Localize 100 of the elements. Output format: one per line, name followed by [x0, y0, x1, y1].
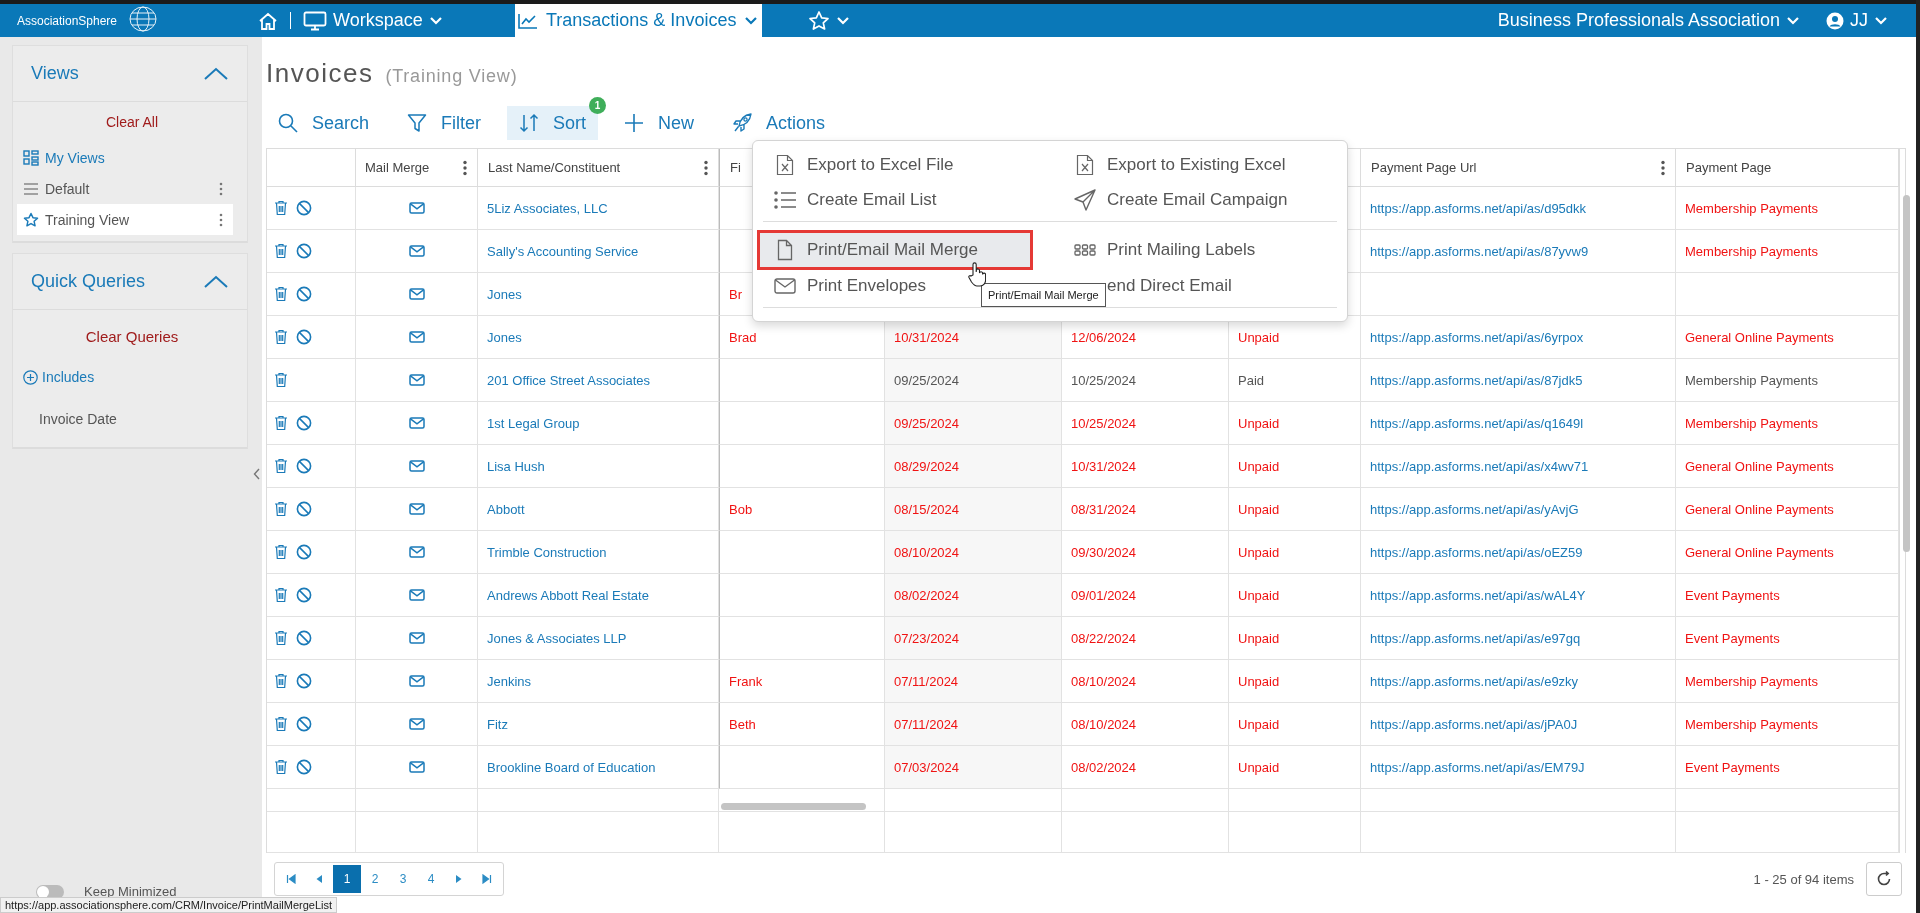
toolbar-button[interactable]: New — [612, 106, 707, 140]
trash-icon[interactable] — [274, 587, 288, 603]
toolbar-button[interactable]: Filter — [395, 106, 494, 140]
payment-url-link[interactable]: https://app.asforms.net/api/as/87jdk5 — [1370, 372, 1583, 388]
refresh-button[interactable] — [1866, 862, 1902, 896]
collapse-sidebar-icon[interactable] — [253, 468, 261, 480]
trash-icon[interactable] — [274, 759, 288, 775]
payment-url-link[interactable]: https://app.asforms.net/api/as/d95dkk — [1370, 200, 1587, 216]
constituent-link[interactable]: Jenkins — [487, 673, 532, 689]
trash-icon[interactable] — [274, 243, 288, 259]
column-menu-icon[interactable] — [1661, 159, 1665, 176]
cancel-icon[interactable] — [296, 329, 312, 345]
menu-item[interactable]: Export to Existing Excel — [1063, 147, 1292, 182]
trash-icon[interactable] — [274, 372, 288, 388]
workspace-menu[interactable]: Workspace — [295, 4, 451, 37]
cancel-icon[interactable] — [296, 243, 312, 259]
cancel-icon[interactable] — [296, 587, 312, 603]
constituent-link[interactable]: 5Liz Associates, LLC — [487, 200, 608, 216]
menu-item[interactable]: Print/Email Mail Merge — [757, 230, 1033, 270]
constituent-link[interactable]: Abbott — [487, 501, 525, 517]
more-icon[interactable] — [219, 181, 223, 196]
nav-tab[interactable]: Transactions & Invoices — [514, 4, 762, 37]
cancel-icon[interactable] — [296, 286, 312, 302]
column-header[interactable]: Fi — [730, 160, 741, 175]
envelope-icon[interactable] — [408, 589, 425, 601]
column-header[interactable]: Payment Page Url — [1371, 160, 1477, 175]
payment-url-link[interactable]: https://app.asforms.net/api/as/e9zky — [1370, 673, 1579, 689]
constituent-link[interactable]: Jones & Associates LLP — [487, 630, 627, 646]
view-item[interactable]: My Views — [17, 142, 233, 173]
cancel-icon[interactable] — [296, 716, 312, 732]
cancel-icon[interactable] — [296, 501, 312, 517]
column-header[interactable]: Last Name/Constituent — [488, 160, 621, 175]
envelope-icon[interactable] — [408, 374, 425, 386]
payment-url-link[interactable]: https://app.asforms.net/api/as/e97gq — [1370, 630, 1581, 646]
payment-url-link[interactable]: https://app.asforms.net/api/as/q1649l — [1370, 415, 1584, 431]
includes-link[interactable]: Includes — [23, 369, 95, 385]
toggle-switch[interactable] — [36, 884, 64, 899]
payment-url-link[interactable]: https://app.asforms.net/api/as/wAL4Y — [1370, 587, 1586, 603]
menu-item[interactable]: Create Email Campaign — [1063, 182, 1294, 217]
constituent-link[interactable]: Fitz — [487, 716, 508, 732]
constituent-link[interactable]: Andrews Abbott Real Estate — [487, 587, 649, 603]
cancel-icon[interactable] — [296, 630, 312, 646]
trash-icon[interactable] — [274, 458, 288, 474]
trash-icon[interactable] — [274, 716, 288, 732]
payment-url-link[interactable]: https://app.asforms.net/api/as/oEZ59 — [1370, 544, 1583, 560]
vertical-scrollbar[interactable] — [1903, 195, 1910, 552]
column-header[interactable]: Payment Page — [1686, 160, 1772, 175]
view-item[interactable]: Default — [17, 173, 233, 204]
query-item[interactable]: Invoice Date — [39, 411, 117, 427]
user-menu[interactable]: JJ — [1818, 4, 1896, 37]
constituent-link[interactable]: Jones — [487, 329, 522, 345]
trash-icon[interactable] — [274, 286, 288, 302]
more-icon[interactable] — [219, 212, 223, 227]
envelope-icon[interactable] — [408, 417, 425, 429]
page-button[interactable]: 3 — [389, 865, 417, 893]
column-menu-icon[interactable] — [463, 159, 467, 176]
payment-url-link[interactable]: https://app.asforms.net/api/as/87yvw9 — [1370, 243, 1589, 259]
envelope-icon[interactable] — [408, 546, 425, 558]
envelope-icon[interactable] — [408, 202, 425, 214]
column-header[interactable]: Mail Merge — [365, 160, 430, 175]
constituent-link[interactable]: Sally's Accounting Service — [487, 243, 639, 259]
trash-icon[interactable] — [274, 415, 288, 431]
constituent-link[interactable]: 201 Office Street Associates — [487, 372, 651, 388]
chevron-icon[interactable] — [203, 273, 229, 290]
trash-icon[interactable] — [274, 630, 288, 646]
menu-item[interactable]: Create Email List — [763, 182, 943, 217]
envelope-icon[interactable] — [408, 460, 425, 472]
trash-icon[interactable] — [274, 501, 288, 517]
constituent-link[interactable]: Jones — [487, 286, 522, 302]
trash-icon[interactable] — [274, 329, 288, 345]
envelope-icon[interactable] — [408, 331, 425, 343]
envelope-icon[interactable] — [408, 718, 425, 730]
organization-menu[interactable]: Business Professionals Association — [1489, 4, 1808, 37]
envelope-icon[interactable] — [408, 761, 425, 773]
page-button[interactable]: 2 — [361, 865, 389, 893]
cancel-icon[interactable] — [296, 415, 312, 431]
toolbar-button[interactable]: Search — [266, 106, 382, 140]
clear-queries-link[interactable]: Clear Queries — [85, 328, 179, 345]
payment-url-link[interactable]: https://app.asforms.net/api/as/6yrpox — [1370, 329, 1584, 345]
column-menu-icon[interactable] — [704, 159, 708, 176]
horizontal-scrollbar[interactable] — [721, 803, 866, 810]
envelope-icon[interactable] — [408, 675, 425, 687]
page-button[interactable]: 1 — [333, 865, 361, 893]
envelope-icon[interactable] — [408, 288, 425, 300]
envelope-icon[interactable] — [408, 245, 425, 257]
payment-url-link[interactable]: https://app.asforms.net/api/as/jPA0J — [1370, 716, 1578, 732]
payment-url-link[interactable]: https://app.asforms.net/api/as/EM79J — [1370, 759, 1585, 775]
envelope-icon[interactable] — [408, 503, 425, 515]
cancel-icon[interactable] — [296, 458, 312, 474]
trash-icon[interactable] — [274, 200, 288, 216]
constituent-link[interactable]: Brookline Board of Education — [487, 759, 656, 775]
page-button[interactable]: 4 — [417, 865, 445, 893]
menu-item[interactable]: Export to Excel File — [763, 147, 960, 182]
toolbar-button[interactable]: Actions — [720, 106, 838, 140]
envelope-icon[interactable] — [408, 632, 425, 644]
payment-url-link[interactable]: https://app.asforms.net/api/as/x4wv71 — [1370, 458, 1589, 474]
menu-item[interactable]: Print Mailing Labels — [1063, 232, 1262, 267]
clear-all-link[interactable]: Clear All — [105, 114, 159, 130]
cancel-icon[interactable] — [296, 673, 312, 689]
menu-item[interactable]: Print Envelopes — [763, 268, 933, 303]
